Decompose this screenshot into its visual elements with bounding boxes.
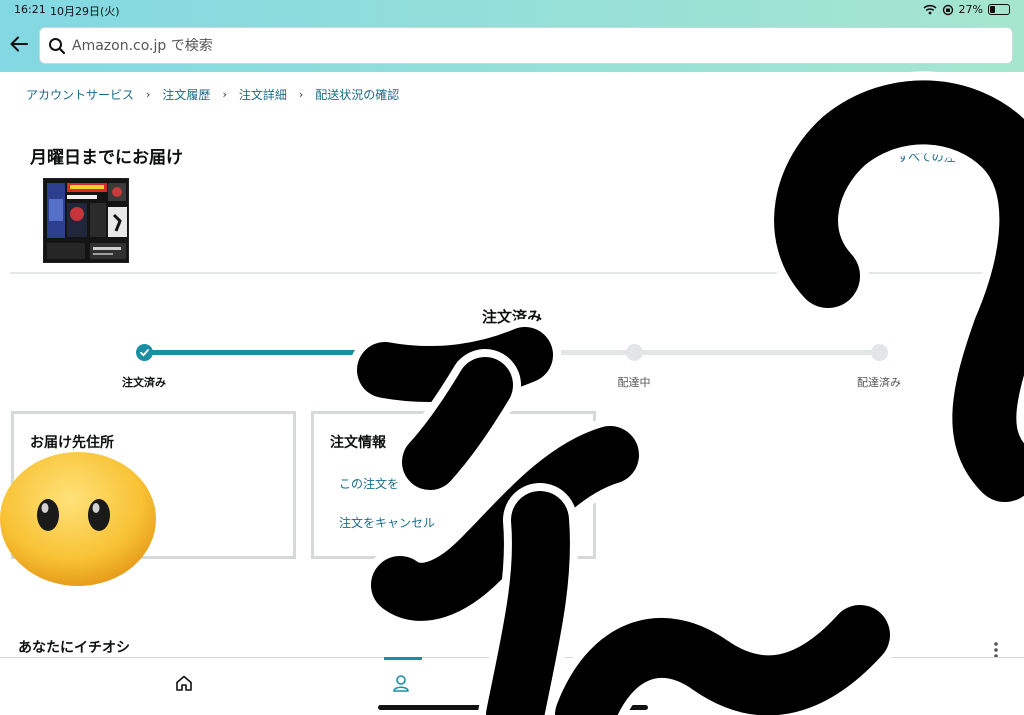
home-indicator-bar <box>378 705 648 710</box>
order-info-title: 注文情報 <box>330 435 386 451</box>
breadcrumb-order-details[interactable]: 注文詳細 <box>239 86 287 103</box>
wifi-icon <box>923 4 937 15</box>
breadcrumb: アカウントサービス › 注文履歴 › 注文詳細 › 配送状況の確認 <box>26 86 399 103</box>
section-divider <box>10 272 986 274</box>
nav-home-button[interactable] <box>169 668 199 698</box>
step-shipped-dot <box>381 344 398 361</box>
progress-fill <box>145 350 366 355</box>
step-in-transit-dot <box>626 344 643 361</box>
orientation-lock-icon <box>942 4 953 15</box>
bottom-navigation <box>0 657 1024 715</box>
view-order-link[interactable]: この注文を <box>339 475 399 492</box>
step-label-ordered: 注文済み <box>122 376 166 389</box>
home-icon <box>176 675 192 691</box>
step-label-shipped: 発送済み <box>367 376 411 389</box>
tracking-status-title: 注文済み <box>481 308 542 326</box>
status-time: 16:21 <box>14 3 46 16</box>
battery-icon <box>988 4 1010 15</box>
breadcrumb-account-service[interactable]: アカウントサービス <box>26 86 134 103</box>
search-input[interactable] <box>72 37 972 54</box>
search-bar[interactable] <box>39 27 1013 64</box>
step-label-in-transit: 配達中 <box>617 376 651 389</box>
battery-percent: 27% <box>958 3 983 16</box>
breadcrumb-separator-icon: › <box>146 88 151 101</box>
cancel-order-link[interactable]: 注文をキャンセル <box>339 514 435 531</box>
search-icon <box>49 37 66 54</box>
step-label-delivered: 配達済み <box>857 376 901 389</box>
see-all-orders-link[interactable]: すべての注 <box>897 148 956 165</box>
step-delivered-dot <box>871 344 888 361</box>
app-header: 16:21 10月29日(火) 27% <box>0 0 1024 72</box>
status-date: 10月29日(火) <box>50 5 120 18</box>
nav-account-button[interactable] <box>386 668 416 698</box>
battery-fill <box>990 6 995 13</box>
cart-icon <box>605 675 622 691</box>
scribble-overlay <box>349 71 1024 715</box>
emoji-face-sticker <box>0 452 156 586</box>
product-image[interactable] <box>43 178 129 263</box>
step-ordered-check-icon <box>136 344 153 361</box>
back-arrow-icon[interactable] <box>8 33 30 55</box>
product-thumbnail-art <box>44 179 128 262</box>
breadcrumb-tracking[interactable]: 配送状況の確認 <box>315 86 399 103</box>
breadcrumb-separator-icon: › <box>222 88 227 101</box>
breadcrumb-separator-icon: › <box>298 88 304 101</box>
nav-cart-button[interactable] <box>598 668 628 698</box>
breadcrumb-order-history[interactable]: 注文履歴 <box>162 86 210 103</box>
order-info-card: 注文情報 この注文を 注文をキャンセル <box>311 411 596 559</box>
status-bar: 16:21 10月29日(火) 27% <box>14 3 1010 19</box>
active-tab-indicator <box>384 657 422 660</box>
scribble-curve <box>765 71 1024 511</box>
scribble-stroke-top <box>349 319 561 410</box>
account-icon <box>393 675 409 692</box>
delivery-title: 月曜日までにお届け <box>30 148 183 168</box>
status-indicators: 27% <box>923 3 1010 16</box>
recommendations-title: あなたにイチオシ <box>18 640 130 656</box>
